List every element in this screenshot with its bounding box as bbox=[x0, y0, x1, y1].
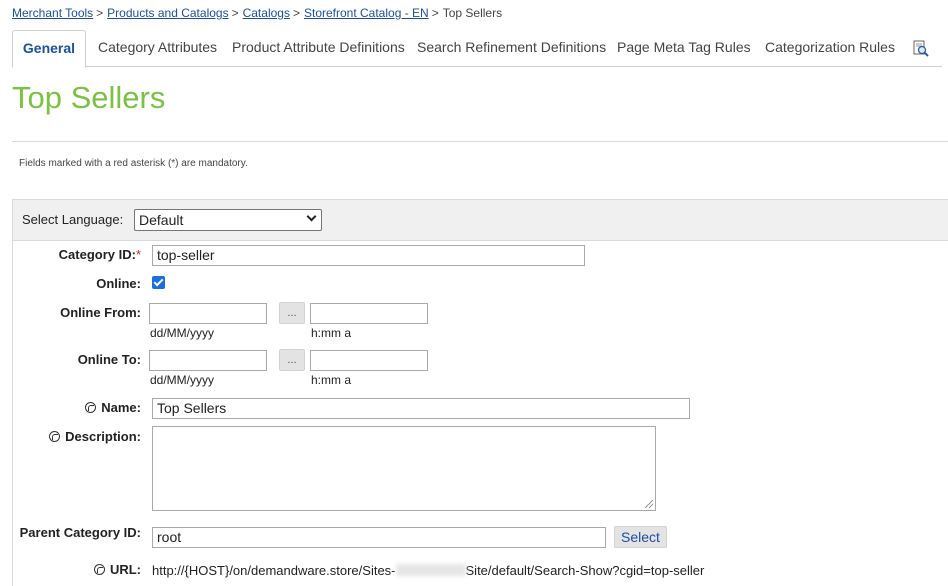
breadcrumb-current: Top Sellers bbox=[442, 6, 503, 20]
online-to-date-hint: dd/MM/yyyy bbox=[150, 373, 215, 387]
page-title: Top Sellers bbox=[12, 80, 166, 115]
breadcrumb-separator: > bbox=[231, 6, 239, 20]
language-select-value: Default bbox=[139, 212, 184, 228]
online-checkbox[interactable] bbox=[152, 276, 165, 289]
globe-icon bbox=[93, 564, 105, 575]
online-from-date-input[interactable] bbox=[149, 303, 267, 324]
url-label: URL: bbox=[93, 562, 141, 577]
breadcrumb-products-and-catalogs[interactable]: Products and Catalogs bbox=[107, 6, 228, 20]
online-from-time-hint: h:mm a bbox=[311, 326, 352, 340]
online-to-date-input[interactable] bbox=[149, 350, 267, 371]
category-url: http://{HOST}/on/demandware.store/Sites-… bbox=[152, 563, 704, 578]
category-id-label-text: Category ID: bbox=[58, 247, 136, 262]
online-from-label: Online From: bbox=[60, 305, 141, 320]
category-id-input[interactable]: top-seller bbox=[152, 245, 585, 266]
url-suffix: Site/default/Search-Show?cgid=top-seller bbox=[465, 563, 705, 578]
tab-search-refinement-definitions[interactable]: Search Refinement Definitions bbox=[417, 30, 606, 67]
online-label: Online: bbox=[96, 276, 141, 291]
online-to-label: Online To: bbox=[77, 352, 141, 367]
required-marker: * bbox=[135, 247, 141, 262]
online-to-time-hint: h:mm a bbox=[311, 373, 352, 387]
breadcrumb-separator: > bbox=[431, 6, 439, 20]
name-input[interactable]: Top Sellers bbox=[152, 398, 690, 419]
url-label-text: URL: bbox=[109, 562, 141, 577]
language-label: Select Language: bbox=[22, 212, 124, 227]
select-parent-category-button[interactable]: Select bbox=[614, 526, 667, 548]
globe-icon bbox=[85, 402, 97, 413]
description-textarea[interactable] bbox=[152, 426, 656, 511]
parent-category-input[interactable]: root bbox=[152, 527, 606, 548]
breadcrumb-catalogs[interactable]: Catalogs bbox=[243, 6, 290, 20]
online-to-time-input[interactable] bbox=[310, 350, 428, 371]
search-document-icon[interactable] bbox=[912, 40, 930, 58]
parent-category-label: Parent Category ID: bbox=[19, 525, 141, 540]
chevron-down-icon bbox=[306, 211, 317, 222]
title-divider bbox=[12, 141, 948, 142]
category-id-label: Category ID:* bbox=[59, 247, 141, 262]
tab-categorization-rules[interactable]: Categorization Rules bbox=[765, 30, 895, 67]
tab-category-attributes[interactable]: Category Attributes bbox=[98, 30, 217, 67]
breadcrumb-separator: > bbox=[96, 6, 104, 20]
globe-icon bbox=[49, 431, 61, 442]
breadcrumb-separator: > bbox=[292, 6, 300, 20]
online-to-calendar-button[interactable]: ... bbox=[279, 349, 305, 371]
online-from-calendar-button[interactable]: ... bbox=[279, 302, 305, 324]
name-label-text: Name: bbox=[101, 400, 141, 415]
url-prefix: http://{HOST}/on/demandware.store/Sites- bbox=[152, 563, 396, 578]
name-label: Name: bbox=[85, 400, 141, 415]
language-select[interactable]: Default bbox=[134, 209, 322, 231]
tab-product-attribute-definitions[interactable]: Product Attribute Definitions bbox=[232, 30, 405, 67]
tab-general[interactable]: General bbox=[12, 30, 86, 68]
breadcrumb-merchant-tools[interactable]: Merchant Tools bbox=[12, 6, 93, 20]
online-from-date-hint: dd/MM/yyyy bbox=[150, 326, 215, 340]
resize-handle[interactable] bbox=[645, 500, 653, 508]
description-label: Description: bbox=[49, 429, 141, 444]
description-label-text: Description: bbox=[65, 429, 141, 444]
breadcrumb: Merchant Tools > Products and Catalogs > Cat… bbox=[12, 6, 502, 20]
tab-bar: General Category Attributes Product Attr… bbox=[12, 30, 942, 68]
language-bar: Select Language: Default bbox=[12, 199, 948, 241]
online-from-time-input[interactable] bbox=[310, 303, 428, 324]
tab-page-meta-tag-rules[interactable]: Page Meta Tag Rules bbox=[617, 30, 751, 67]
breadcrumb-storefront-catalog[interactable]: Storefront Catalog - EN bbox=[304, 6, 429, 20]
mandatory-note: Fields marked with a red asterisk (*) ar… bbox=[19, 158, 248, 169]
redacted-site-name bbox=[395, 564, 466, 576]
